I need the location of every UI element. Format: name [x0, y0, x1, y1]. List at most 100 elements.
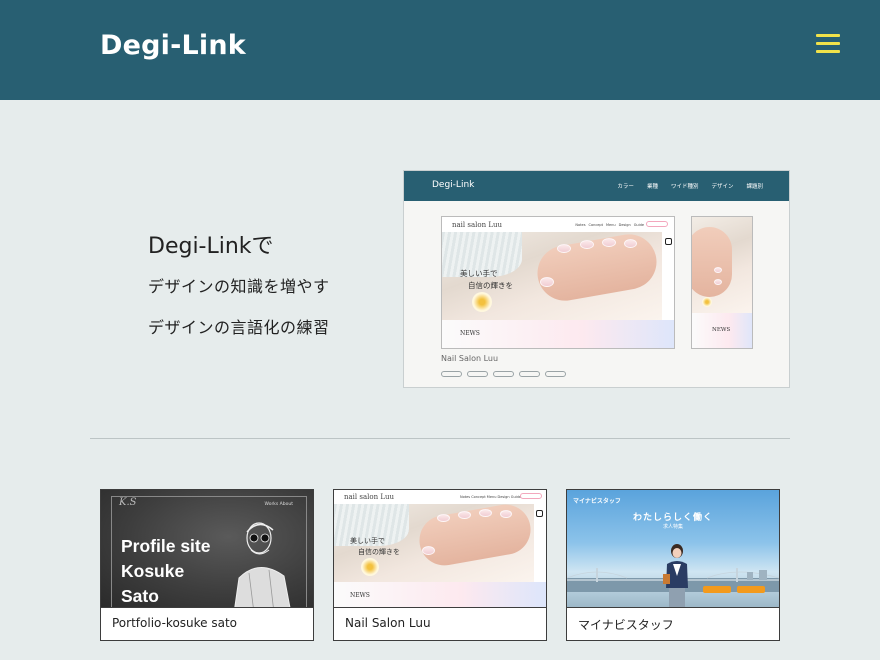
portrait-sketch	[234, 522, 291, 607]
mockup-nav-item: ワイド種別	[670, 184, 699, 190]
card-nail-salon-luu[interactable]: nail salon Luu Notes Concept Menu Design…	[333, 489, 547, 641]
headline-line: 美しい手で	[350, 537, 385, 545]
nail-shape	[714, 267, 722, 273]
mockup-caption: Nail Salon Luu	[441, 354, 499, 363]
card-portfolio-kosuke-sato[interactable]: K.S Works About Profile site Kosuke Sato…	[100, 489, 314, 641]
mockup-news-label-mobile: NEWS	[712, 327, 731, 333]
hand-shape	[415, 504, 534, 570]
brand-nav-item: Menu	[606, 223, 616, 227]
nail-photo: 美しい手で 自信の輝きを	[442, 232, 662, 320]
news-strip: NEWS	[334, 582, 546, 607]
hamburger-icon[interactable]	[816, 34, 840, 54]
brand-nav-item: Design	[618, 223, 631, 227]
card-title: マイナビスタッフ	[578, 618, 674, 632]
mockup-logo: Degi-Link	[432, 180, 475, 190]
card-thumbnail: nail salon Luu Notes Concept Menu Design…	[334, 490, 546, 607]
card-separator	[101, 607, 313, 608]
nail-shape	[580, 240, 594, 249]
thumb-button	[703, 586, 731, 593]
mockup-headline: 美しい手で 自信の輝きを	[460, 268, 513, 292]
brand-nav-item: Concept	[588, 223, 603, 227]
flower-shape	[702, 297, 712, 307]
card-thumbnail: K.S Works About Profile site Kosuke Sato	[101, 490, 313, 607]
person-illustration	[663, 544, 688, 607]
nail-shape	[479, 509, 492, 517]
hero-mockup-image: Degi-Link カラー 業種 ワイド種別 デザイン 課題別 nail sal…	[403, 170, 790, 388]
card-mynavi-staff[interactable]: マイナビスタッフ わたしらしく働く 求人特集 マイナビスタッフ	[566, 489, 780, 641]
card-separator	[567, 607, 779, 608]
thumb-reserve-button	[520, 493, 542, 499]
card-title: Portfolio-kosuke sato	[112, 616, 238, 630]
mockup-news-label: NEWS	[460, 330, 480, 337]
mynavi-logo: マイナビスタッフ	[573, 498, 621, 505]
mockup-nav-item: カラー	[617, 184, 634, 190]
hero-copy: Degi-Linkで デザインの知識を増やす デザインの言語化の練習	[148, 228, 330, 355]
profile-line: Profile site	[121, 536, 211, 556]
nail-shape	[602, 238, 616, 247]
mockup-tag	[441, 371, 462, 377]
headline-line: 自信の輝きを	[358, 548, 400, 556]
hero-title: Degi-Linkで	[148, 234, 274, 259]
hamburger-line	[816, 50, 840, 53]
nail-shape	[624, 239, 637, 248]
nail-shape	[458, 511, 471, 519]
instagram-icon	[665, 238, 672, 245]
mockup-tag	[519, 371, 540, 377]
mynavi-headline: わたしらしく働く	[632, 513, 713, 523]
hamburger-line	[816, 34, 840, 37]
section-divider	[90, 438, 790, 439]
thumb-nav: Notes Concept Menu Design Guide	[460, 495, 522, 499]
side-strip	[663, 232, 674, 320]
brand-nav-item: Notes	[575, 223, 586, 227]
mockup-nav-item: 課題別	[746, 184, 763, 190]
mockup-tag	[545, 371, 566, 377]
thumb-news-label: NEWS	[350, 592, 370, 599]
site-header: Degi-Link	[0, 0, 880, 100]
mockup-tags	[441, 371, 566, 377]
thumb-brand: nail salon Luu	[344, 493, 395, 501]
mockup-brand-nav: Notes Concept Menu Design Guide	[575, 223, 644, 227]
thumb-headline: 美しい手で 自信の輝きを	[350, 536, 400, 558]
profile-line: Sato	[121, 586, 159, 606]
card-title: Nail Salon Luu	[345, 616, 431, 630]
ks-nav: Works About	[264, 502, 293, 507]
mockup-mobile-screenshot: NEWS	[691, 216, 753, 349]
hand-shape	[533, 232, 661, 306]
hamburger-line	[816, 42, 840, 45]
nail-shape	[714, 279, 722, 285]
mockup-nav-item: デザイン	[711, 184, 734, 190]
ks-logo: K.S	[119, 497, 137, 508]
site-logo[interactable]: Degi-Link	[100, 30, 246, 61]
mockup-header: Degi-Link カラー 業種 ワイド種別 デザイン 課題別	[404, 171, 789, 201]
mockup-tag	[493, 371, 514, 377]
hand-shape	[692, 227, 732, 297]
mockup-tag	[467, 371, 488, 377]
mockup-brand: nail salon Luu	[452, 221, 503, 229]
nail-shape	[557, 244, 571, 253]
thumb-button	[737, 586, 765, 593]
profile-text: Profile site Kosuke Sato	[121, 534, 210, 607]
nail-shape	[437, 514, 450, 522]
hero-subtitle-2: デザインの言語化の練習	[148, 318, 330, 337]
brand-nav-item: Guide	[633, 223, 644, 227]
nail-shape	[540, 277, 554, 287]
nail-photo-mobile	[692, 217, 752, 313]
nail-photo: 美しい手で 自信の輝きを	[334, 504, 534, 582]
mockup-nav-item: 業種	[646, 184, 658, 190]
mockup-reserve-button	[646, 221, 668, 227]
mockup-nav: カラー 業種 ワイド種別 デザイン 課題別	[617, 182, 763, 190]
instagram-icon	[536, 510, 543, 517]
nail-shape	[422, 546, 435, 555]
card-separator	[334, 607, 546, 608]
news-strip-mobile: NEWS	[692, 313, 752, 348]
mockup-desktop-screenshot: nail salon Luu Notes Concept Menu Design…	[441, 216, 675, 349]
profile-line: Kosuke	[121, 561, 185, 581]
card-thumbnail: マイナビスタッフ わたしらしく働く 求人特集	[567, 490, 779, 607]
mynavi-subheadline: 求人特集	[662, 524, 683, 530]
flower-shape	[472, 292, 492, 312]
side-strip	[534, 504, 546, 582]
news-strip: NEWS	[442, 320, 674, 348]
hero-subtitle-1: デザインの知識を増やす	[148, 277, 330, 296]
headline-line: 自信の輝きを	[468, 281, 513, 290]
flower-shape	[361, 558, 379, 576]
